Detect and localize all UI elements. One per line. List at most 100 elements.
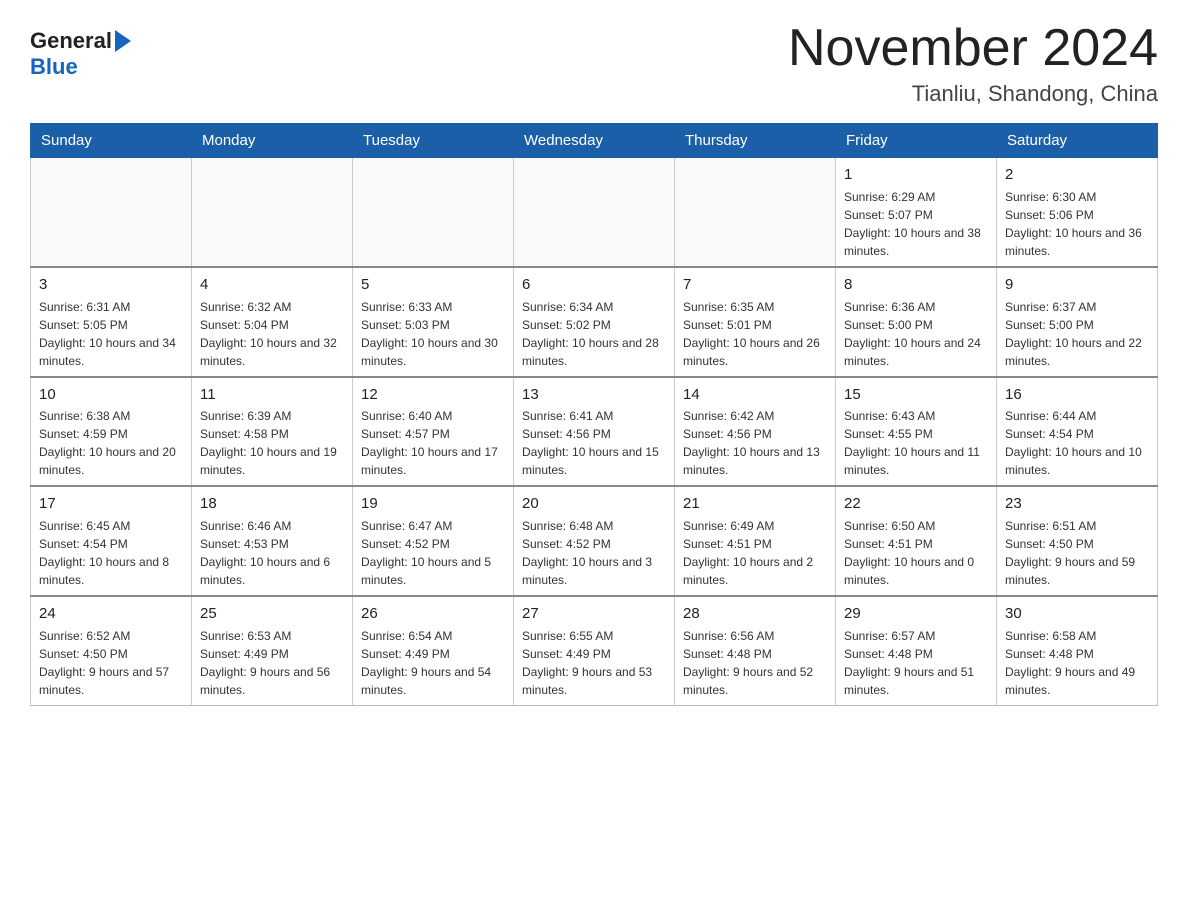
day-info: Sunrise: 6:30 AMSunset: 5:06 PMDaylight:… — [1005, 188, 1149, 260]
day-info: Sunrise: 6:54 AMSunset: 4:49 PMDaylight:… — [361, 627, 505, 699]
calendar-cell: 29Sunrise: 6:57 AMSunset: 4:48 PMDayligh… — [836, 596, 997, 705]
calendar-week-row: 17Sunrise: 6:45 AMSunset: 4:54 PMDayligh… — [31, 486, 1158, 596]
day-number: 4 — [200, 274, 344, 296]
day-info: Sunrise: 6:46 AMSunset: 4:53 PMDaylight:… — [200, 517, 344, 589]
calendar-cell — [514, 158, 675, 267]
calendar-table: SundayMondayTuesdayWednesdayThursdayFrid… — [30, 123, 1158, 706]
day-info: Sunrise: 6:37 AMSunset: 5:00 PMDaylight:… — [1005, 298, 1149, 370]
calendar-cell — [31, 158, 192, 267]
calendar-week-row: 3Sunrise: 6:31 AMSunset: 5:05 PMDaylight… — [31, 267, 1158, 377]
day-number: 3 — [39, 274, 183, 296]
day-info: Sunrise: 6:34 AMSunset: 5:02 PMDaylight:… — [522, 298, 666, 370]
calendar-cell: 30Sunrise: 6:58 AMSunset: 4:48 PMDayligh… — [997, 596, 1158, 705]
logo-general: General — [30, 28, 112, 54]
day-number: 8 — [844, 274, 988, 296]
day-info: Sunrise: 6:50 AMSunset: 4:51 PMDaylight:… — [844, 517, 988, 589]
day-number: 11 — [200, 384, 344, 406]
day-info: Sunrise: 6:42 AMSunset: 4:56 PMDaylight:… — [683, 407, 827, 479]
day-info: Sunrise: 6:31 AMSunset: 5:05 PMDaylight:… — [39, 298, 183, 370]
calendar-cell: 22Sunrise: 6:50 AMSunset: 4:51 PMDayligh… — [836, 486, 997, 596]
day-number: 22 — [844, 493, 988, 515]
calendar-cell: 3Sunrise: 6:31 AMSunset: 5:05 PMDaylight… — [31, 267, 192, 377]
day-number: 7 — [683, 274, 827, 296]
calendar-cell: 13Sunrise: 6:41 AMSunset: 4:56 PMDayligh… — [514, 377, 675, 487]
day-number: 18 — [200, 493, 344, 515]
day-info: Sunrise: 6:53 AMSunset: 4:49 PMDaylight:… — [200, 627, 344, 699]
calendar-week-row: 10Sunrise: 6:38 AMSunset: 4:59 PMDayligh… — [31, 377, 1158, 487]
day-info: Sunrise: 6:47 AMSunset: 4:52 PMDaylight:… — [361, 517, 505, 589]
day-info: Sunrise: 6:40 AMSunset: 4:57 PMDaylight:… — [361, 407, 505, 479]
calendar-cell: 8Sunrise: 6:36 AMSunset: 5:00 PMDaylight… — [836, 267, 997, 377]
calendar-cell: 21Sunrise: 6:49 AMSunset: 4:51 PMDayligh… — [675, 486, 836, 596]
logo: General Blue — [30, 28, 131, 80]
weekday-header-row: SundayMondayTuesdayWednesdayThursdayFrid… — [31, 124, 1158, 158]
calendar-cell: 16Sunrise: 6:44 AMSunset: 4:54 PMDayligh… — [997, 377, 1158, 487]
calendar-cell: 15Sunrise: 6:43 AMSunset: 4:55 PMDayligh… — [836, 377, 997, 487]
day-number: 27 — [522, 603, 666, 625]
day-number: 26 — [361, 603, 505, 625]
calendar-week-row: 24Sunrise: 6:52 AMSunset: 4:50 PMDayligh… — [31, 596, 1158, 705]
logo-blue: Blue — [30, 54, 78, 80]
day-info: Sunrise: 6:52 AMSunset: 4:50 PMDaylight:… — [39, 627, 183, 699]
day-number: 29 — [844, 603, 988, 625]
page-header: General Blue November 2024 Tianliu, Shan… — [30, 20, 1158, 107]
calendar-cell: 18Sunrise: 6:46 AMSunset: 4:53 PMDayligh… — [192, 486, 353, 596]
calendar-cell: 10Sunrise: 6:38 AMSunset: 4:59 PMDayligh… — [31, 377, 192, 487]
day-info: Sunrise: 6:43 AMSunset: 4:55 PMDaylight:… — [844, 407, 988, 479]
calendar-cell: 9Sunrise: 6:37 AMSunset: 5:00 PMDaylight… — [997, 267, 1158, 377]
weekday-header-friday: Friday — [836, 124, 997, 158]
calendar-cell: 5Sunrise: 6:33 AMSunset: 5:03 PMDaylight… — [353, 267, 514, 377]
calendar-week-row: 1Sunrise: 6:29 AMSunset: 5:07 PMDaylight… — [31, 158, 1158, 267]
day-number: 10 — [39, 384, 183, 406]
calendar-cell: 6Sunrise: 6:34 AMSunset: 5:02 PMDaylight… — [514, 267, 675, 377]
day-number: 14 — [683, 384, 827, 406]
weekday-header-tuesday: Tuesday — [353, 124, 514, 158]
day-number: 13 — [522, 384, 666, 406]
day-info: Sunrise: 6:55 AMSunset: 4:49 PMDaylight:… — [522, 627, 666, 699]
logo-arrow-icon — [115, 30, 131, 52]
calendar-cell — [353, 158, 514, 267]
calendar-cell: 19Sunrise: 6:47 AMSunset: 4:52 PMDayligh… — [353, 486, 514, 596]
calendar-cell: 17Sunrise: 6:45 AMSunset: 4:54 PMDayligh… — [31, 486, 192, 596]
calendar-cell: 23Sunrise: 6:51 AMSunset: 4:50 PMDayligh… — [997, 486, 1158, 596]
location-subtitle: Tianliu, Shandong, China — [788, 81, 1158, 107]
day-info: Sunrise: 6:33 AMSunset: 5:03 PMDaylight:… — [361, 298, 505, 370]
day-number: 23 — [1005, 493, 1149, 515]
day-info: Sunrise: 6:39 AMSunset: 4:58 PMDaylight:… — [200, 407, 344, 479]
day-number: 9 — [1005, 274, 1149, 296]
weekday-header-saturday: Saturday — [997, 124, 1158, 158]
day-info: Sunrise: 6:48 AMSunset: 4:52 PMDaylight:… — [522, 517, 666, 589]
day-info: Sunrise: 6:32 AMSunset: 5:04 PMDaylight:… — [200, 298, 344, 370]
day-number: 16 — [1005, 384, 1149, 406]
day-number: 5 — [361, 274, 505, 296]
weekday-header-monday: Monday — [192, 124, 353, 158]
day-info: Sunrise: 6:35 AMSunset: 5:01 PMDaylight:… — [683, 298, 827, 370]
day-info: Sunrise: 6:38 AMSunset: 4:59 PMDaylight:… — [39, 407, 183, 479]
day-info: Sunrise: 6:41 AMSunset: 4:56 PMDaylight:… — [522, 407, 666, 479]
month-title: November 2024 — [788, 20, 1158, 77]
calendar-cell: 26Sunrise: 6:54 AMSunset: 4:49 PMDayligh… — [353, 596, 514, 705]
calendar-cell: 2Sunrise: 6:30 AMSunset: 5:06 PMDaylight… — [997, 158, 1158, 267]
day-number: 25 — [200, 603, 344, 625]
calendar-cell: 24Sunrise: 6:52 AMSunset: 4:50 PMDayligh… — [31, 596, 192, 705]
day-number: 21 — [683, 493, 827, 515]
day-number: 6 — [522, 274, 666, 296]
calendar-cell: 28Sunrise: 6:56 AMSunset: 4:48 PMDayligh… — [675, 596, 836, 705]
day-info: Sunrise: 6:57 AMSunset: 4:48 PMDaylight:… — [844, 627, 988, 699]
day-info: Sunrise: 6:44 AMSunset: 4:54 PMDaylight:… — [1005, 407, 1149, 479]
day-number: 24 — [39, 603, 183, 625]
calendar-cell: 7Sunrise: 6:35 AMSunset: 5:01 PMDaylight… — [675, 267, 836, 377]
day-number: 15 — [844, 384, 988, 406]
day-info: Sunrise: 6:51 AMSunset: 4:50 PMDaylight:… — [1005, 517, 1149, 589]
weekday-header-thursday: Thursday — [675, 124, 836, 158]
day-number: 20 — [522, 493, 666, 515]
weekday-header-sunday: Sunday — [31, 124, 192, 158]
calendar-cell: 12Sunrise: 6:40 AMSunset: 4:57 PMDayligh… — [353, 377, 514, 487]
calendar-cell — [675, 158, 836, 267]
day-number: 17 — [39, 493, 183, 515]
weekday-header-wednesday: Wednesday — [514, 124, 675, 158]
calendar-cell: 20Sunrise: 6:48 AMSunset: 4:52 PMDayligh… — [514, 486, 675, 596]
day-info: Sunrise: 6:45 AMSunset: 4:54 PMDaylight:… — [39, 517, 183, 589]
day-info: Sunrise: 6:49 AMSunset: 4:51 PMDaylight:… — [683, 517, 827, 589]
title-area: November 2024 Tianliu, Shandong, China — [788, 20, 1158, 107]
